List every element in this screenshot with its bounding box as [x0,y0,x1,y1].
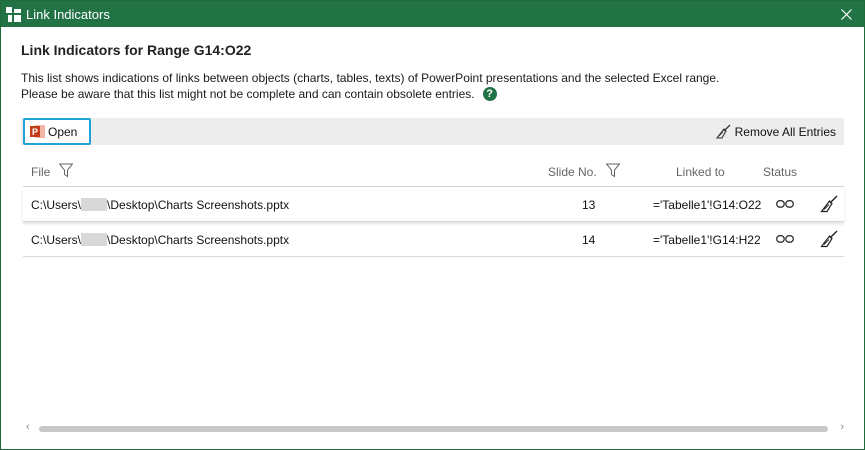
scroll-left-arrow[interactable]: ‹ [26,421,30,433]
help-icon[interactable]: ? [482,87,497,101]
open-button-label: Open [48,124,78,139]
remove-all-label: Remove All Entries [734,124,836,139]
file-path: C:\Users\ \Desktop\Charts Screenshots.ppt… [31,233,289,247]
slide-number: 13 [582,198,596,212]
app-icon [6,7,21,22]
broom-icon [715,124,731,139]
remove-all-entries-button[interactable]: Remove All Entries [715,124,836,139]
svg-text:P: P [32,127,38,137]
slide-filter-icon[interactable] [606,163,620,178]
description-line-2: Please be aware that this list might not… [21,87,475,101]
description-line-2-container: Please be aware that this list might not… [21,86,719,102]
window-title: Link Indicators [26,7,110,22]
redacted-username [81,233,108,246]
table-row[interactable]: C:\Users\ \Desktop\Charts Screenshots.ppt… [23,222,844,257]
linked-range: ='Tabelle1'!G14:H22 [653,233,761,247]
scrollbar-thumb[interactable] [39,426,828,432]
close-icon [840,8,852,20]
file-path-prefix: C:\Users\ [31,198,82,212]
link-table: File Slide No. Linked to Status C:\Users… [23,158,844,257]
description: This list shows indications of links bet… [21,70,719,102]
link-icon [776,235,794,243]
link-icon [776,200,794,208]
file-filter-icon[interactable] [59,163,73,178]
page-title: Link Indicators for Range G14:O22 [21,42,252,58]
file-path-suffix: \Desktop\Charts Screenshots.pptx [107,233,290,247]
open-button[interactable]: P Open [23,118,91,145]
powerpoint-icon: P [30,125,45,138]
redacted-username [81,198,108,211]
table-header: File Slide No. Linked to Status [23,158,844,187]
column-header-file: File [31,165,51,179]
column-header-slide: Slide No. [548,165,597,179]
title-bar: Link Indicators [1,1,864,27]
description-line-1: This list shows indications of links bet… [21,71,720,85]
scroll-right-arrow[interactable]: › [840,421,844,433]
column-header-status: Status [763,165,798,179]
remove-entry-broom-icon[interactable] [820,230,838,248]
horizontal-scrollbar[interactable]: ‹ › [21,421,846,435]
remove-entry-broom-icon[interactable] [820,195,838,213]
close-button[interactable] [828,1,864,27]
file-path: C:\Users\ \Desktop\Charts Screenshots.ppt… [31,198,289,212]
column-header-linked-to: Linked to [676,165,725,179]
link-indicators-window: Link Indicators Link Indicators for Rang… [0,0,865,450]
table-row[interactable]: C:\Users\ \Desktop\Charts Screenshots.ppt… [23,187,844,222]
file-path-prefix: C:\Users\ [31,233,82,247]
slide-number: 14 [582,233,596,247]
file-path-suffix: \Desktop\Charts Screenshots.pptx [107,198,290,212]
toolbar: P Open Remove All Entries [21,118,844,145]
linked-range: ='Tabelle1'!G14:O22 [653,198,762,212]
